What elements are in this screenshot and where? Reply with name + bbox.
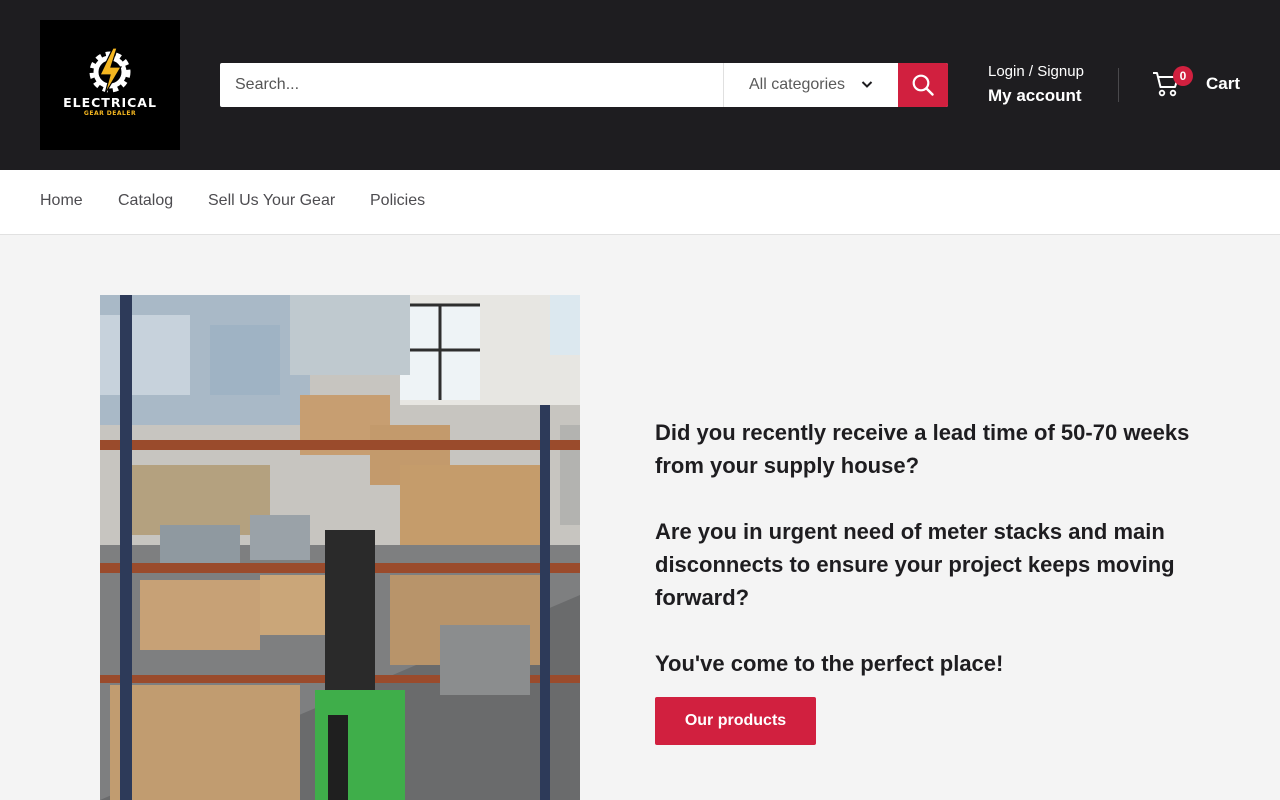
nav-item-sell-us-your-gear[interactable]: Sell Us Your Gear (208, 192, 335, 210)
store-logo[interactable]: ELECTRICAL GEAR DEALER (40, 20, 180, 150)
site-header: ELECTRICAL GEAR DEALER All categories Lo… (0, 0, 1280, 170)
header-divider (1118, 68, 1119, 102)
logo-title: ELECTRICAL (63, 95, 157, 110)
lightning-gear-icon (89, 47, 131, 95)
search-bar: All categories (220, 63, 948, 107)
cart-label: Cart (1206, 74, 1241, 93)
nav-item-policies[interactable]: Policies (370, 192, 425, 210)
search-icon (912, 74, 934, 96)
main-navigation: Home Catalog Sell Us Your Gear Policies (0, 170, 1280, 235)
warehouse-photo (100, 295, 580, 800)
search-input[interactable] (220, 63, 723, 107)
account-menu[interactable]: Login / Signup My account (988, 62, 1108, 107)
logo-subtitle: GEAR DEALER (83, 110, 137, 117)
cart-count-badge: 0 (1173, 66, 1193, 86)
hero-paragraph: Did you recently receive a lead time of … (655, 420, 1190, 478)
hero-paragraph: You've come to the perfect place! (655, 651, 1004, 676)
login-signup-link[interactable]: Login / Signup (988, 62, 1108, 82)
search-button[interactable] (898, 63, 948, 107)
hero-copy: Did you recently receive a lead time of … (655, 416, 1195, 680)
my-account-link[interactable]: My account (988, 85, 1108, 107)
nav-item-home[interactable]: Home (40, 192, 83, 210)
category-select[interactable]: All categories (724, 63, 898, 107)
cart-button[interactable]: 0 Cart (1152, 66, 1242, 106)
nav-item-catalog[interactable]: Catalog (118, 192, 173, 210)
chevron-down-icon (861, 81, 873, 88)
our-products-button[interactable]: Our products (655, 697, 816, 745)
hero-paragraph: Are you in urgent need of meter stacks a… (655, 519, 1175, 610)
category-select-label: All categories (749, 76, 846, 93)
